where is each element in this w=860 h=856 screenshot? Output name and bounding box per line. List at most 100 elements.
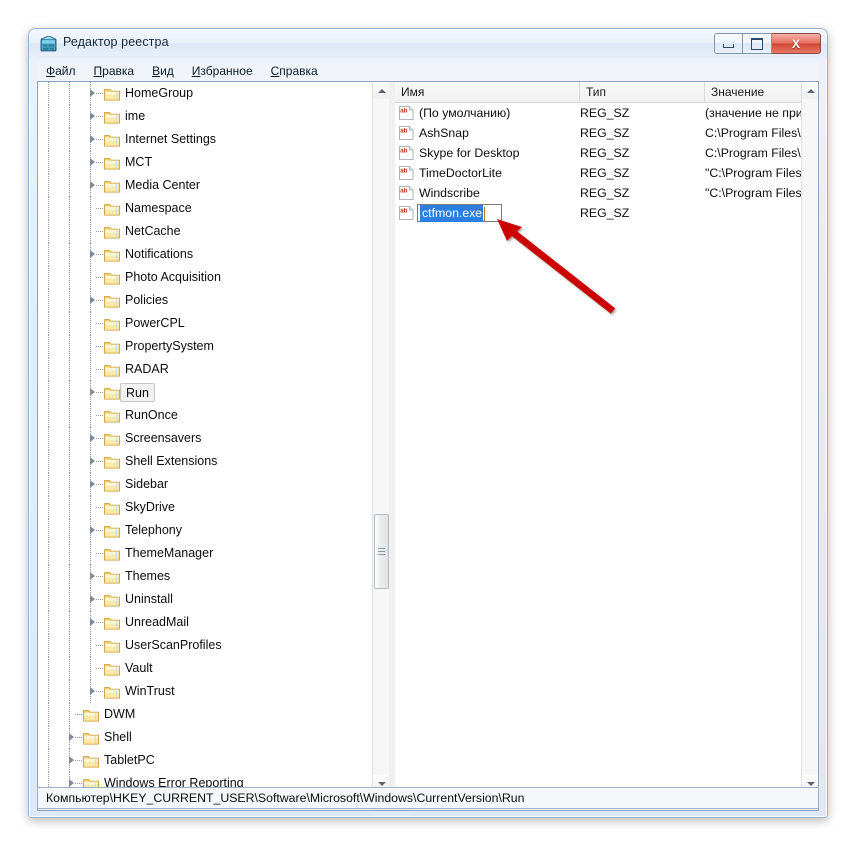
tree-item-ime[interactable]: ime xyxy=(38,105,372,128)
tree-item-thememanager[interactable]: ThemeManager xyxy=(38,542,372,565)
tree-item-powercpl[interactable]: PowerCPL xyxy=(38,312,372,335)
tree-item-homegroup[interactable]: HomeGroup xyxy=(38,82,372,105)
tree-item-photo-acquisition[interactable]: Photo Acquisition xyxy=(38,266,372,289)
tree-scroll-up-button[interactable] xyxy=(373,82,389,99)
tree-item-run[interactable]: Run xyxy=(38,381,372,404)
expand-arrow-icon[interactable] xyxy=(90,595,95,603)
tree-item-policies[interactable]: Policies xyxy=(38,289,372,312)
list-vertical-scrollbar[interactable] xyxy=(801,82,818,792)
menu-item-2[interactable]: Вид xyxy=(143,63,183,80)
menu-item-3[interactable]: Избранное xyxy=(183,63,262,80)
svg-text:ab: ab xyxy=(400,148,407,155)
tree-guide-stub xyxy=(96,507,104,508)
tree-item-sidebar[interactable]: Sidebar xyxy=(38,473,372,496)
tree-item-label: Policies xyxy=(125,293,169,307)
title-bar[interactable]: Редактор реестра X xyxy=(29,29,827,59)
expand-arrow-icon[interactable] xyxy=(69,733,74,741)
folder-icon xyxy=(104,273,120,285)
tree-guide-line xyxy=(90,404,91,427)
folder-icon xyxy=(83,730,99,745)
menu-item-1[interactable]: Правка xyxy=(85,63,144,80)
tree-item-media-center[interactable]: Media Center xyxy=(38,174,372,197)
expand-arrow-icon[interactable] xyxy=(69,779,74,787)
tree-item-unreadmail[interactable]: UnreadMail xyxy=(38,611,372,634)
tree-item-label: Internet Settings xyxy=(125,132,217,146)
value-name-cell: Windscribe xyxy=(419,186,480,200)
expand-arrow-icon[interactable] xyxy=(90,687,95,695)
tree-item-radar[interactable]: RADAR xyxy=(38,358,372,381)
tree-item-screensavers[interactable]: Screensavers xyxy=(38,427,372,450)
tree-item-notifications[interactable]: Notifications xyxy=(38,243,372,266)
tree-guide-stub xyxy=(96,139,104,140)
chevron-up-icon xyxy=(806,88,815,93)
tree-item-propertysystem[interactable]: PropertySystem xyxy=(38,335,372,358)
table-row[interactable]: ab (По умолчанию) REG_SZ (значение не присв… xyxy=(395,103,801,123)
tree-item-uninstall[interactable]: Uninstall xyxy=(38,588,372,611)
menu-item-4[interactable]: Справка xyxy=(262,63,327,80)
tree-item-shell[interactable]: Shell xyxy=(38,726,372,749)
tree-guide-stub xyxy=(96,599,104,600)
expand-arrow-icon[interactable] xyxy=(90,250,95,258)
expand-arrow-icon[interactable] xyxy=(90,181,95,189)
expand-arrow-icon[interactable] xyxy=(90,158,95,166)
folder-icon xyxy=(104,250,120,262)
expand-arrow-icon[interactable] xyxy=(90,434,95,442)
tree-item-runonce[interactable]: RunOnce xyxy=(38,404,372,427)
value-type-cell: REG_SZ xyxy=(580,186,630,200)
table-row[interactable]: ab TimeDoctorLite REG_SZ "C:\Program Files\… xyxy=(395,163,801,183)
column-header-0[interactable]: Имя xyxy=(395,82,580,102)
tree-item-vault[interactable]: Vault xyxy=(38,657,372,680)
tree-guide-line xyxy=(90,657,91,680)
tree-item-dwm[interactable]: DWM xyxy=(38,703,372,726)
tree-guide-line xyxy=(90,220,91,243)
registry-tree[interactable]: HomeGroup ime Internet Settings MCT Media Ce… xyxy=(38,82,372,792)
column-header-1[interactable]: Тип xyxy=(580,82,705,102)
string-value-icon: ab xyxy=(399,206,414,220)
expand-arrow-icon[interactable] xyxy=(90,388,95,396)
maximize-button[interactable] xyxy=(743,33,772,54)
folder-icon xyxy=(104,408,120,423)
close-button[interactable]: X xyxy=(772,33,821,54)
close-icon: X xyxy=(791,36,800,51)
tree-vertical-scrollbar[interactable] xyxy=(372,82,389,792)
expand-arrow-icon[interactable] xyxy=(90,135,95,143)
expand-arrow-icon[interactable] xyxy=(90,618,95,626)
table-row[interactable]: ab Skype for Desktop REG_SZ C:\Program File… xyxy=(395,143,801,163)
expand-arrow-icon[interactable] xyxy=(90,112,95,120)
list-header[interactable]: Имя Тип Значение xyxy=(395,82,801,103)
tree-item-mct[interactable]: MCT xyxy=(38,151,372,174)
menu-item-0[interactable]: Файл xyxy=(37,63,85,80)
tree-item-netcache[interactable]: NetCache xyxy=(38,220,372,243)
tree-item-telephony[interactable]: Telephony xyxy=(38,519,372,542)
expand-arrow-icon[interactable] xyxy=(90,526,95,534)
table-row[interactable]: ab AshSnap REG_SZ C:\Program Files\Ash xyxy=(395,123,801,143)
string-value-icon: ab xyxy=(399,126,414,140)
expand-arrow-icon[interactable] xyxy=(90,89,95,97)
tree-guide-stub xyxy=(75,760,83,761)
values-list[interactable]: ab (По умолчанию) REG_SZ (значение не присв… xyxy=(395,103,801,792)
tree-item-skydrive[interactable]: SkyDrive xyxy=(38,496,372,519)
expand-arrow-icon[interactable] xyxy=(90,572,95,580)
tree-item-internet-settings[interactable]: Internet Settings xyxy=(38,128,372,151)
tree-guide-line xyxy=(48,243,49,266)
expand-arrow-icon[interactable] xyxy=(90,480,95,488)
tree-item-tabletpc[interactable]: TabletPC xyxy=(38,749,372,772)
minimize-button[interactable] xyxy=(714,33,743,54)
rename-edit-box[interactable]: ctfmon.exe xyxy=(417,204,503,222)
folder-icon xyxy=(104,546,120,561)
rename-input-text: ctfmon.exe xyxy=(420,204,484,222)
table-row[interactable]: ab ctfmon.exe REG_SZ xyxy=(395,203,801,223)
tree-item-themes[interactable]: Themes xyxy=(38,565,372,588)
list-scroll-up-button[interactable] xyxy=(802,82,818,99)
expand-arrow-icon[interactable] xyxy=(69,756,74,764)
tree-item-userscanprofiles[interactable]: UserScanProfiles xyxy=(38,634,372,657)
tree-item-shell-extensions[interactable]: Shell Extensions xyxy=(38,450,372,473)
expand-arrow-icon[interactable] xyxy=(90,457,95,465)
tree-guide-line xyxy=(48,174,49,197)
folder-icon xyxy=(104,618,120,630)
tree-item-wintrust[interactable]: WinTrust xyxy=(38,680,372,703)
tree-item-namespace[interactable]: Namespace xyxy=(38,197,372,220)
expand-arrow-icon[interactable] xyxy=(90,296,95,304)
table-row[interactable]: ab Windscribe REG_SZ "C:\Program Files\Wi xyxy=(395,183,801,203)
tree-scrollbar-thumb[interactable] xyxy=(374,514,389,589)
